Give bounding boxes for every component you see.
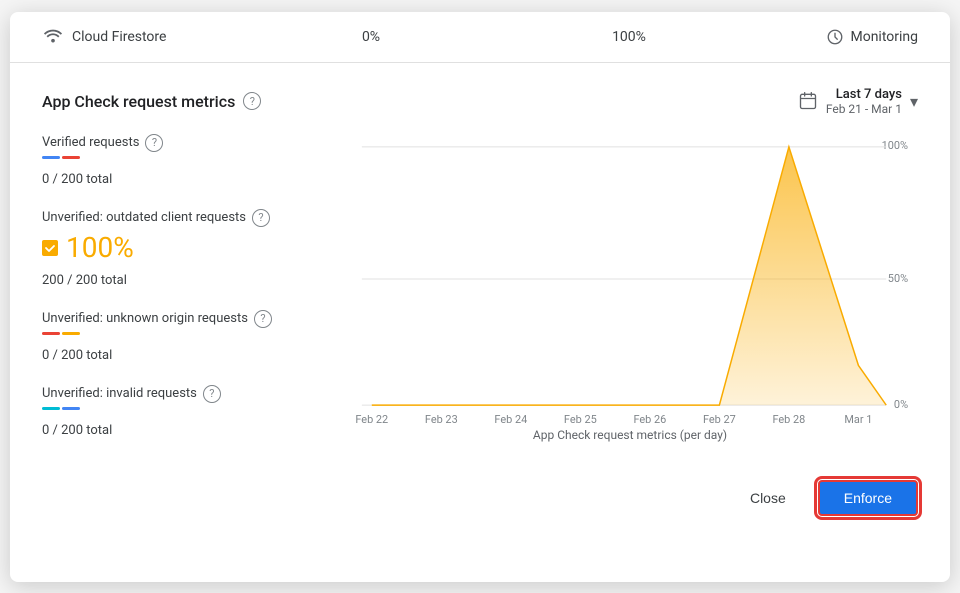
date-range-text: Last 7 days Feb 21 - Mar 1 [826, 87, 902, 116]
metric-invalid-label-row: Unverified: invalid requests ? [42, 385, 326, 403]
unknown-line-orange [62, 332, 80, 335]
metric-unverified-invalid: Unverified: invalid requests ? 0 / 200 t… [42, 385, 326, 438]
svg-text:Feb 23: Feb 23 [425, 413, 458, 424]
metric-unknown-value: 0 / 200 total [42, 348, 112, 363]
date-range-sub: Feb 21 - Mar 1 [826, 102, 902, 116]
section-title-row: App Check request metrics ? [42, 92, 261, 111]
calendar-icon [798, 91, 818, 111]
metric-verified: Verified requests ? 0 / 200 total [42, 134, 326, 187]
service-info: Cloud Firestore [42, 26, 242, 48]
svg-text:Feb 28: Feb 28 [772, 413, 805, 424]
percent-0: 0% [242, 29, 500, 45]
main-content: App Check request metrics ? Last 7 days … [10, 63, 950, 460]
svg-text:Feb 22: Feb 22 [355, 413, 388, 424]
dialog: Cloud Firestore 0% 100% Monitoring App C… [10, 12, 950, 582]
svg-text:50%: 50% [888, 271, 908, 284]
verified-help-icon[interactable]: ? [145, 134, 163, 152]
svg-text:Feb 24: Feb 24 [494, 413, 527, 424]
verified-line-red [62, 156, 80, 159]
chevron-down-icon: ▾ [910, 92, 918, 111]
date-range-label: Last 7 days [826, 87, 902, 102]
unknown-line-red [42, 332, 60, 335]
date-range-button[interactable]: Last 7 days Feb 21 - Mar 1 ▾ [798, 87, 918, 116]
metric-outdated-label: Unverified: outdated client requests [42, 210, 246, 225]
verified-line-blue [42, 156, 60, 159]
checkbox-orange [42, 240, 58, 256]
unknown-line [42, 332, 326, 339]
chart-wrapper: 100% 50% 0% [342, 134, 918, 424]
invalid-line-cyan [42, 407, 60, 410]
metric-unknown-label-row: Unverified: unknown origin requests ? [42, 310, 326, 328]
invalid-help-icon[interactable]: ? [203, 385, 221, 403]
close-button[interactable]: Close [734, 482, 802, 514]
body-row: Verified requests ? 0 / 200 total Unveri… [42, 134, 918, 460]
metrics-column: Verified requests ? 0 / 200 total Unveri… [42, 134, 342, 460]
section-header: App Check request metrics ? Last 7 days … [42, 87, 918, 116]
monitoring-link[interactable]: Monitoring [758, 28, 918, 46]
monitoring-label: Monitoring [850, 29, 918, 45]
verified-line [42, 156, 326, 163]
invalid-line-blue [62, 407, 80, 410]
metric-invalid-value: 0 / 200 total [42, 423, 112, 438]
chart-svg: 100% 50% 0% [342, 134, 918, 424]
svg-text:Feb 25: Feb 25 [564, 413, 597, 424]
svg-text:Feb 27: Feb 27 [703, 413, 736, 424]
service-name: Cloud Firestore [72, 29, 166, 45]
outdated-percent-row: 100% [42, 231, 326, 266]
metric-verified-label-row: Verified requests ? [42, 134, 326, 152]
outdated-percent: 100% [66, 231, 134, 264]
metric-unverified-unknown: Unverified: unknown origin requests ? 0 … [42, 310, 326, 363]
firestore-icon [42, 26, 64, 48]
help-icon[interactable]: ? [243, 92, 261, 110]
chart-area [372, 146, 886, 404]
top-bar: Cloud Firestore 0% 100% Monitoring [10, 12, 950, 63]
chart-column: 100% 50% 0% [342, 134, 918, 460]
section-title: App Check request metrics [42, 92, 235, 111]
svg-text:Mar 1: Mar 1 [844, 413, 872, 424]
metric-outdated-label-row: Unverified: outdated client requests ? [42, 209, 326, 227]
invalid-line [42, 407, 326, 414]
svg-text:Feb 26: Feb 26 [633, 413, 666, 424]
metric-unverified-outdated: Unverified: outdated client requests ? 1… [42, 209, 326, 288]
metric-verified-label: Verified requests [42, 135, 139, 150]
clock-icon [826, 28, 844, 46]
unknown-help-icon[interactable]: ? [254, 310, 272, 328]
footer: Close Enforce [10, 460, 950, 536]
svg-text:0%: 0% [894, 398, 908, 411]
metric-outdated-value: 200 / 200 total [42, 273, 127, 288]
outdated-help-icon[interactable]: ? [252, 209, 270, 227]
enforce-button[interactable]: Enforce [818, 480, 918, 516]
percent-100: 100% [500, 29, 758, 45]
chart-x-label: App Check request metrics (per day) [342, 428, 918, 442]
metric-unknown-label: Unverified: unknown origin requests [42, 311, 248, 326]
metric-verified-value: 0 / 200 total [42, 172, 112, 187]
metric-invalid-label: Unverified: invalid requests [42, 386, 197, 401]
svg-text:100%: 100% [882, 138, 908, 151]
